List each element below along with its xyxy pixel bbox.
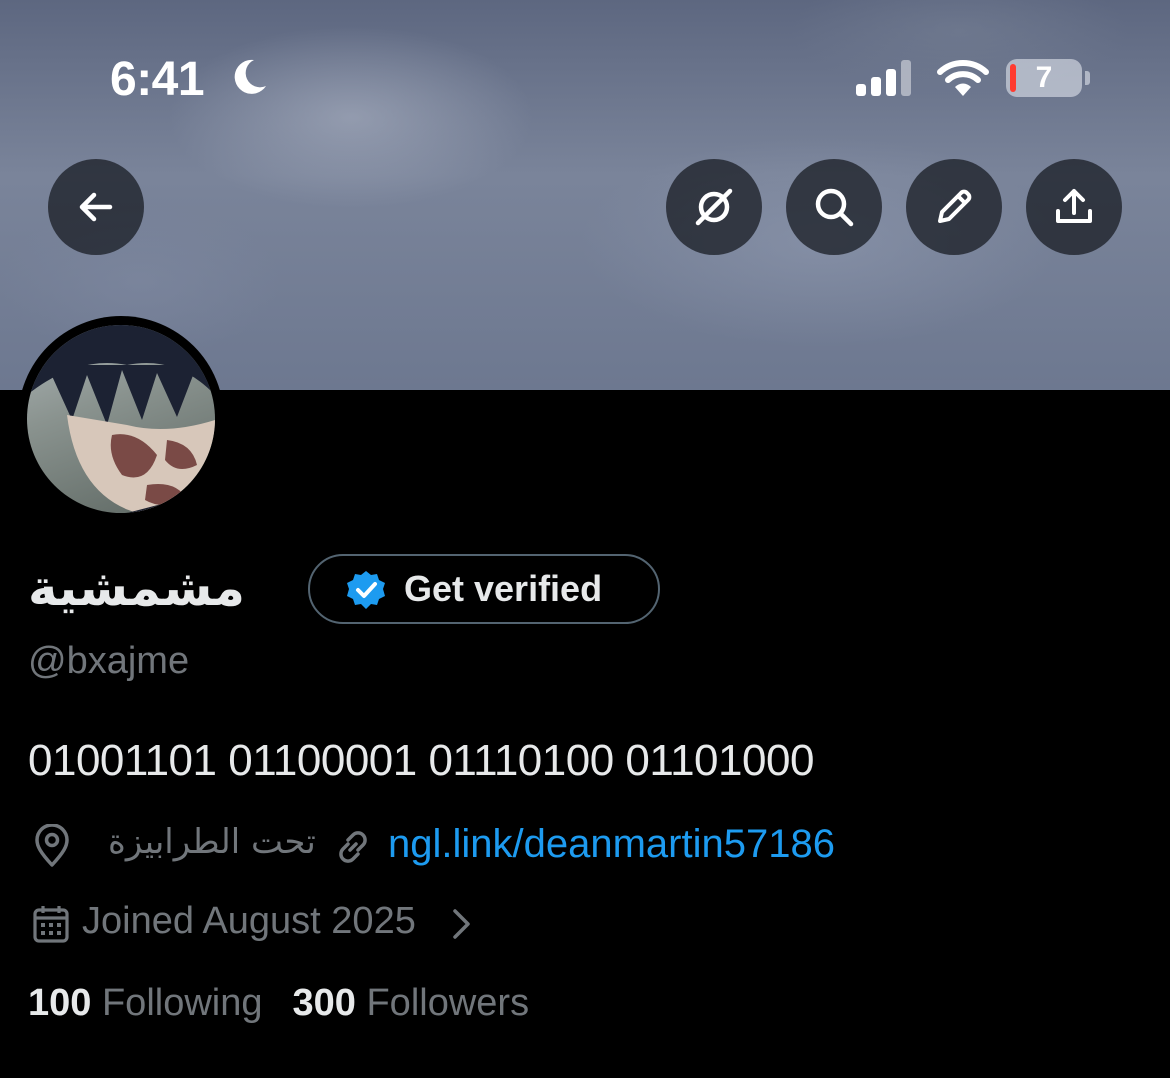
avatar-image — [27, 325, 215, 513]
profile-location: تحت الطرابيزة — [108, 822, 316, 862]
cellular-signal-icon — [856, 60, 911, 96]
get-verified-label: Get verified — [404, 568, 603, 609]
wifi-icon — [937, 60, 989, 96]
link-icon — [339, 831, 367, 863]
following-label: Following — [101, 982, 263, 1024]
share-upload-icon — [1056, 189, 1092, 223]
location-pin-icon — [35, 824, 69, 867]
joined-row[interactable]: Joined August 2025 — [28, 898, 628, 950]
pencil-icon — [938, 189, 972, 223]
calendar-icon — [33, 906, 69, 943]
following-link[interactable]: 100 Following — [28, 982, 263, 1024]
battery-level: 7 — [1035, 61, 1053, 94]
grok-icon — [695, 188, 733, 226]
status-time: 6:41 — [110, 53, 205, 106]
arrow-left-icon — [79, 192, 113, 222]
joined-date: Joined August 2025 — [82, 900, 416, 942]
search-icon — [815, 188, 854, 227]
verified-badge-icon — [347, 571, 385, 609]
status-bar: 6:41 7 — [0, 0, 1170, 150]
search-button[interactable] — [786, 159, 882, 255]
profile-meta-row: تحت الطرابيزة ngl.link/deanmartin57186 — [28, 820, 1128, 872]
avatar[interactable] — [18, 316, 224, 522]
chevron-right-icon — [453, 909, 470, 939]
followers-count: 300 — [292, 982, 356, 1024]
profile-website-link[interactable]: ngl.link/deanmartin57186 — [388, 822, 835, 867]
moon-icon — [234, 59, 266, 94]
name-row: مشمشية — [28, 548, 245, 628]
followers-link[interactable]: 300 Followers — [293, 982, 530, 1024]
follow-stats: 100 Following 300 Followers — [28, 982, 529, 1025]
profile-bio: 01001101 01100001 01110100 01101000 — [28, 736, 814, 785]
share-button[interactable] — [1026, 159, 1122, 255]
following-count: 100 — [28, 982, 92, 1024]
back-button[interactable] — [48, 159, 144, 255]
battery-icon: 7 — [1006, 59, 1082, 97]
followers-label: Followers — [366, 982, 530, 1024]
profile-handle: @bxajme — [28, 640, 190, 682]
edit-button[interactable] — [906, 159, 1002, 255]
battery-cap — [1085, 71, 1090, 85]
get-verified-button[interactable]: Get verified — [308, 554, 660, 624]
grok-button[interactable] — [666, 159, 762, 255]
display-name: مشمشية — [28, 559, 245, 617]
